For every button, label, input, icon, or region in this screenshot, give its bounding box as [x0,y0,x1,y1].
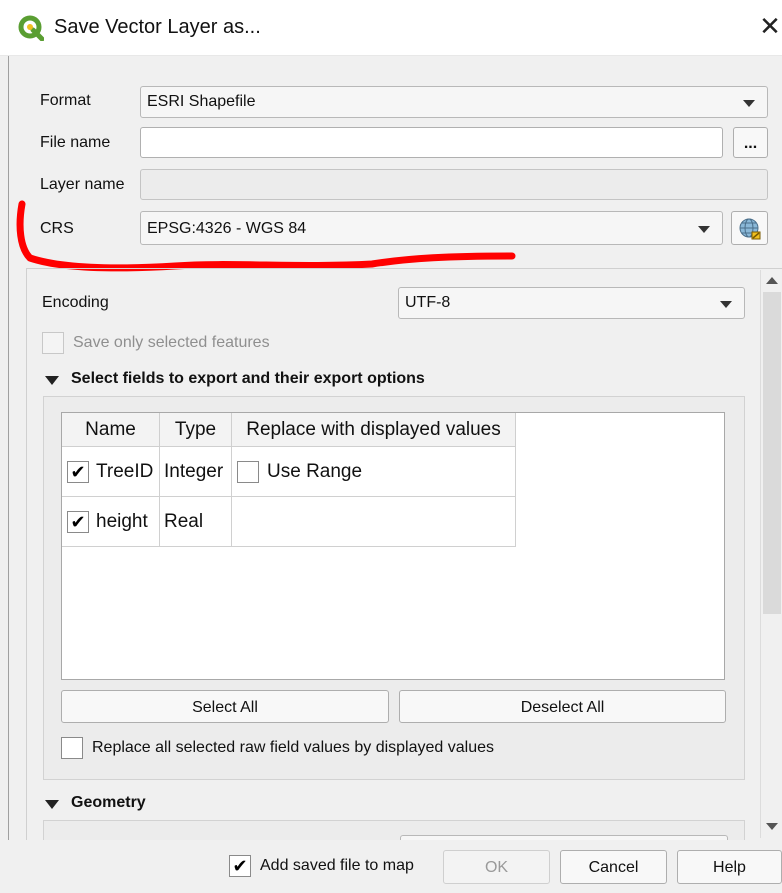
chevron-down-icon [743,100,755,107]
scroll-up-icon[interactable] [766,277,778,284]
column-header-name[interactable]: Name [62,413,160,447]
field-type: Real [164,511,204,532]
chevron-down-icon [720,301,732,308]
replace-all-label: Replace all selected raw field values by… [92,739,494,756]
replace-all-checkbox[interactable] [61,737,83,759]
browse-button[interactable]: ... [733,127,768,158]
column-header-replace[interactable]: Replace with displayed values [232,413,516,447]
use-range-label: Use Range [267,461,363,482]
table-row-cell-replace[interactable]: Use Range [232,447,516,497]
chevron-down-icon [698,226,710,233]
cancel-button[interactable]: Cancel [560,850,667,884]
fields-section-title[interactable]: Select fields to export and their export… [71,370,425,388]
table-row-cell-name[interactable]: ✔ TreeID [62,447,160,497]
collapse-triangle-icon[interactable] [45,800,59,809]
table-row-cell-name[interactable]: ✔ height [62,497,160,547]
window-title: Save Vector Layer as... [54,16,261,38]
column-header-type[interactable]: Type [160,413,232,447]
format-value: ESRI Shapefile [147,93,256,110]
fields-table: Name Type Replace with displayed values … [61,412,725,680]
close-icon[interactable]: ✕ [758,12,782,40]
field-checkbox-height[interactable]: ✔ [67,511,89,533]
title-bar: Save Vector Layer as... ✕ [0,0,782,56]
select-all-button[interactable]: Select All [61,690,389,723]
field-name: height [96,511,148,532]
globe-projection-icon [739,218,761,240]
save-selected-label: Save only selected features [73,334,270,351]
encoding-label: Encoding [42,294,109,311]
table-row-cell-replace [232,497,516,547]
red-annotation-stroke [16,200,516,272]
table-row-cell-type: Integer [160,447,232,497]
window-border [8,56,9,893]
add-to-map-checkbox[interactable]: ✔ [229,855,251,877]
deselect-all-button[interactable]: Deselect All [399,690,726,723]
save-selected-checkbox [42,332,64,354]
scrollbar-thumb[interactable] [763,292,781,614]
scroll-down-icon[interactable] [766,823,778,830]
field-checkbox-treeid[interactable]: ✔ [67,461,89,483]
encoding-select[interactable]: UTF-8 [398,287,745,319]
format-select[interactable]: ESRI Shapefile [140,86,768,118]
file-name-label: File name [40,134,111,151]
qgis-logo-icon [18,15,44,41]
geometry-groupbox [43,820,745,843]
geometry-section-title[interactable]: Geometry [71,794,146,812]
collapse-triangle-icon[interactable] [45,376,59,385]
table-row-cell-type: Real [160,497,232,547]
add-to-map-label: Add saved file to map [260,857,414,874]
field-type: Integer [164,461,224,482]
layer-name-label: Layer name [40,176,125,193]
format-label: Format [40,92,91,109]
file-name-input[interactable] [140,127,723,158]
field-name: TreeID [96,461,154,482]
use-range-checkbox[interactable] [237,461,259,483]
ok-button[interactable]: OK [443,850,550,884]
crs-select-button[interactable] [731,211,768,245]
vertical-scrollbar[interactable] [760,270,782,838]
help-button[interactable]: Help [677,850,782,884]
encoding-value: UTF-8 [405,294,451,311]
